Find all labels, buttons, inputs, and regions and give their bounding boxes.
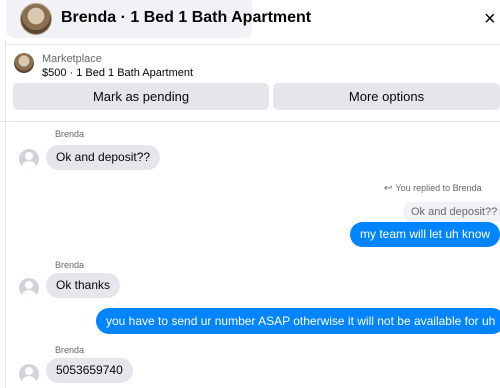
message-bubble-incoming[interactable]: Ok thanks bbox=[46, 273, 121, 298]
message-bubble-outgoing[interactable]: my team will let uh know bbox=[350, 222, 500, 247]
more-options-button[interactable]: More options bbox=[273, 83, 500, 110]
chat-window: Brenda · 1 Bed 1 Bath Apartment × Market… bbox=[0, 0, 500, 388]
avatar-body-shape bbox=[22, 290, 36, 298]
message-bubble-outgoing[interactable]: you have to send ur number ASAP otherwis… bbox=[96, 308, 500, 334]
reply-icon: ↩ bbox=[384, 183, 393, 194]
avatar-body-shape bbox=[22, 161, 36, 169]
marketplace-label: Marketplace bbox=[42, 53, 102, 65]
chat-title: Brenda · 1 Bed 1 Bath Apartment bbox=[61, 9, 312, 26]
listing-thumbnail bbox=[14, 53, 34, 73]
quoted-message[interactable]: Ok and deposit?? bbox=[403, 202, 500, 222]
chat-title-pill[interactable]: Brenda · 1 Bed 1 Bath Apartment bbox=[6, 0, 311, 38]
listing-title[interactable]: $500 · 1 Bed 1 Bath Apartment bbox=[42, 67, 193, 79]
mark-as-pending-button[interactable]: Mark as pending bbox=[13, 83, 269, 110]
marketplace-card: Marketplace $500 · 1 Bed 1 Bath Apartmen… bbox=[6, 44, 500, 122]
avatar-body-shape bbox=[22, 376, 36, 384]
divider bbox=[0, 121, 500, 122]
message-bubble-incoming[interactable]: Ok and deposit?? bbox=[46, 145, 161, 170]
listing-avatar bbox=[20, 3, 52, 35]
sender-name: Brenda bbox=[55, 345, 85, 355]
sender-name: Brenda bbox=[55, 260, 85, 270]
replied-label: You replied to Brenda bbox=[395, 183, 482, 193]
avatar[interactable] bbox=[19, 149, 39, 169]
chat-header: Brenda · 1 Bed 1 Bath Apartment × bbox=[0, 0, 500, 44]
replied-indicator: ↩ You replied to Brenda bbox=[384, 183, 482, 194]
avatar[interactable] bbox=[19, 278, 39, 298]
message-bubble-incoming[interactable]: 5053659740 bbox=[46, 358, 133, 383]
avatar-head-shape bbox=[25, 367, 33, 375]
avatar-head-shape bbox=[25, 281, 33, 289]
avatar-head-shape bbox=[25, 152, 33, 160]
avatar[interactable] bbox=[19, 364, 39, 384]
sender-name: Brenda bbox=[55, 129, 85, 139]
close-icon[interactable]: × bbox=[484, 9, 500, 29]
